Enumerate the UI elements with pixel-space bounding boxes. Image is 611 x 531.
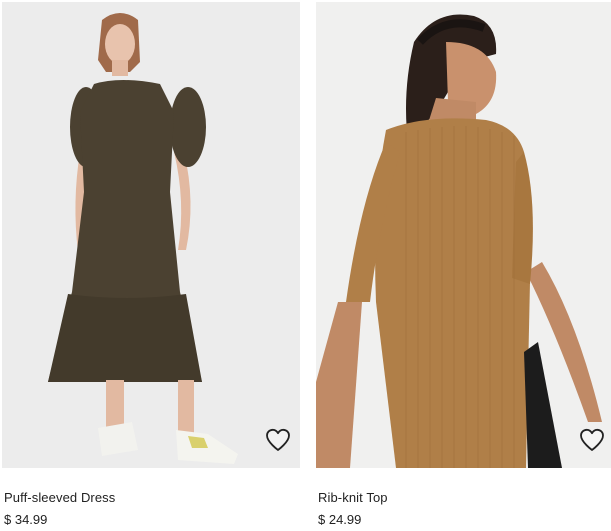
product-price: $ 24.99 [318,512,362,527]
product-price: $ 34.99 [4,512,48,527]
product-grid: Puff-sleeved Dress $ 34.99 Rib-knit Top … [0,0,611,531]
favorite-button[interactable] [262,424,294,456]
product-image[interactable] [2,2,300,468]
heart-outline-icon [266,428,290,451]
product-title[interactable]: Rib-knit Top [318,490,388,505]
product-card[interactable]: Rib-knit Top $ 24.99 [316,0,611,531]
knit-top-model-illustration [316,2,611,468]
product-card[interactable]: Puff-sleeved Dress $ 34.99 [2,0,300,531]
favorite-button[interactable] [576,424,608,456]
product-title[interactable]: Puff-sleeved Dress [4,490,115,505]
heart-outline-icon [580,428,604,451]
product-image[interactable] [316,2,611,468]
dress-model-illustration [2,2,300,468]
